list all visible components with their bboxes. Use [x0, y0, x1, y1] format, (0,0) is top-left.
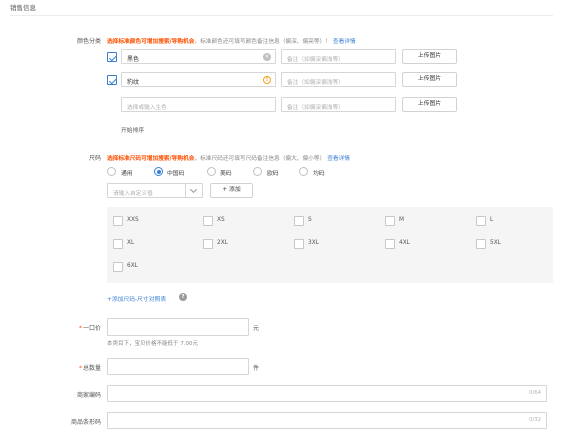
- size-label-4xl: 4XL: [399, 240, 410, 246]
- color-note-input-3[interactable]: 备注（如偏深偏浅等）: [281, 97, 396, 112]
- size-type-label-china: 中国码: [167, 171, 185, 177]
- size-label-5xl: 5XL: [490, 240, 501, 246]
- size-label-l: L: [490, 217, 494, 223]
- color-checkbox-1[interactable]: [107, 52, 117, 62]
- upload-image-button-1[interactable]: 上传图片: [402, 49, 457, 64]
- size-checkbox-5xl[interactable]: [476, 239, 486, 249]
- merchant-code-label: 商家编码: [76, 392, 101, 399]
- section-title: 销售信息: [10, 4, 36, 12]
- size-type-radio-one-size[interactable]: [299, 167, 308, 176]
- required-mark: *: [78, 325, 82, 332]
- upload-image-button-2[interactable]: 上传图片: [402, 72, 457, 87]
- color-note-input-2[interactable]: 备注（如偏深偏浅等）: [281, 72, 396, 87]
- size-options-panel: [107, 207, 553, 283]
- color-input-1[interactable]: 黑色 ×: [121, 49, 276, 64]
- size-checkbox-m[interactable]: [385, 216, 395, 226]
- color-note-placeholder-2: 备注（如偏深偏浅等）: [287, 79, 344, 86]
- size-label-m: M: [399, 217, 405, 223]
- warning-icon: !: [263, 76, 271, 84]
- size-checkbox-3xl[interactable]: [294, 239, 304, 249]
- price-label: *一口价: [40, 323, 101, 332]
- add-size-chart-link[interactable]: +添加尺码-尺寸对照表: [107, 294, 166, 303]
- size-type-label-us: 美码: [220, 171, 232, 177]
- size-type-radio-us[interactable]: [207, 167, 216, 176]
- required-mark: *: [78, 365, 82, 372]
- price-note: 本类目下，宝贝价格不能低于 7.00元: [107, 341, 198, 347]
- merchant-code-input[interactable]: 0/64: [107, 385, 547, 402]
- add-size-button[interactable]: + 添加: [210, 183, 253, 198]
- size-type-label-generic: 通用: [121, 171, 133, 177]
- section-divider: [10, 15, 553, 16]
- color-label: 颜色分类: [76, 38, 101, 45]
- start-sort-link[interactable]: 开始排序: [121, 125, 144, 134]
- size-checkbox-xxs[interactable]: [113, 216, 123, 226]
- color-input-3[interactable]: 选择或输入主色: [121, 97, 276, 112]
- size-detail-link[interactable]: 查看详情: [327, 156, 350, 162]
- color-note-placeholder-3: 备注（如偏深偏浅等）: [287, 104, 344, 111]
- size-label-3xl: 3XL: [308, 240, 319, 246]
- size-label: 尺码: [88, 155, 101, 162]
- size-type-label-one-size: 均码: [313, 171, 325, 177]
- size-hint-text: ，标准尺码还可填写尺码备注信息（偏大、偏小等）: [194, 156, 326, 162]
- size-label-s: S: [308, 217, 312, 223]
- color-checkbox-2[interactable]: [107, 75, 117, 85]
- size-checkbox-6xl[interactable]: [113, 262, 123, 272]
- size-label-xs: XS: [217, 217, 225, 223]
- color-input-2[interactable]: 豹纹 !: [121, 72, 276, 87]
- size-type-radio-china[interactable]: [154, 167, 163, 176]
- price-input[interactable]: [107, 318, 249, 336]
- size-checkbox-l[interactable]: [476, 216, 486, 226]
- color-hint-emphasis: 选择标准颜色可增加搜索/导购机会: [107, 39, 195, 45]
- size-type-label-eu: 欧码: [267, 171, 279, 177]
- color-hint: 选择标准颜色可增加搜索/导购机会，标准颜色还可填写颜色备注信息（偏深、偏亮等）！…: [107, 36, 356, 45]
- size-type-radio-generic[interactable]: [107, 167, 116, 176]
- size-checkbox-2xl[interactable]: [203, 239, 213, 249]
- color-hint-text: ，标准颜色还可填写颜色备注信息（偏深、偏亮等）！: [194, 39, 331, 45]
- size-hint: 选择标准尺码可增加搜索/导购机会，标准尺码还可填写尺码备注信息（偏大、偏小等）查…: [107, 153, 350, 162]
- barcode-input[interactable]: 0/32: [107, 412, 547, 429]
- size-checkbox-s[interactable]: [294, 216, 304, 226]
- color-detail-link[interactable]: 查看详情: [333, 39, 356, 45]
- barcode-counter: 0/32: [529, 417, 541, 423]
- stock-label: *总数量: [40, 363, 101, 372]
- price-label-text: 一口价: [82, 325, 101, 332]
- size-checkbox-xs[interactable]: [203, 216, 213, 226]
- color-placeholder-3: 选择或输入主色: [127, 104, 167, 111]
- stock-input[interactable]: [107, 358, 249, 375]
- color-value-2: 豹纹: [127, 78, 140, 86]
- color-value-1: 黑色: [127, 55, 140, 63]
- price-unit: 元: [253, 325, 260, 332]
- size-hint-emphasis: 选择标准尺码可增加搜索/导购机会: [107, 156, 195, 162]
- clear-icon[interactable]: ×: [263, 53, 271, 61]
- size-type-radio-eu[interactable]: [253, 167, 262, 176]
- help-icon[interactable]: ?: [179, 293, 187, 301]
- chevron-down-icon[interactable]: [185, 184, 202, 197]
- size-label-2xl: 2XL: [217, 240, 228, 246]
- custom-size-select[interactable]: 请输入自定义值: [107, 183, 203, 198]
- custom-size-placeholder: 请输入自定义值: [113, 190, 153, 197]
- color-note-placeholder-1: 备注（如偏深偏浅等）: [287, 56, 344, 63]
- size-label-xl: XL: [127, 240, 135, 246]
- upload-image-button-3[interactable]: 上传图片: [402, 97, 457, 112]
- merchant-code-counter: 0/64: [529, 390, 541, 396]
- stock-label-text: 总数量: [82, 365, 101, 372]
- size-label-xxs: XXS: [127, 217, 139, 223]
- size-label-6xl: 6XL: [127, 263, 138, 269]
- size-checkbox-xl[interactable]: [113, 239, 123, 249]
- color-note-input-1[interactable]: 备注（如偏深偏浅等）: [281, 49, 396, 64]
- stock-unit: 件: [253, 365, 260, 372]
- barcode-label: 商品条形码: [70, 419, 101, 426]
- size-checkbox-4xl[interactable]: [385, 239, 395, 249]
